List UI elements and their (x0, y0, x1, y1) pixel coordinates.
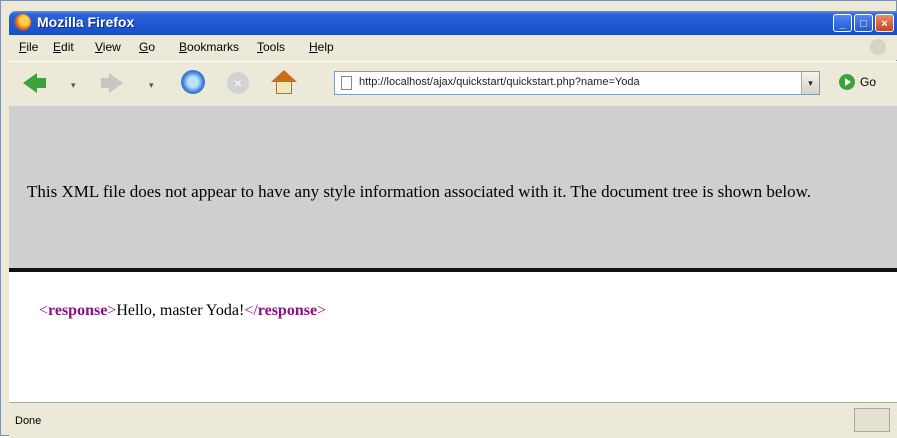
back-button[interactable] (23, 70, 49, 96)
xml-open-close-bracket: > (107, 302, 117, 319)
xml-open-tag: response (48, 302, 108, 319)
go-arrow-icon[interactable] (839, 74, 855, 90)
menu-tools[interactable]: Tools (257, 40, 285, 54)
menu-go[interactable]: Go (139, 40, 155, 54)
xml-text: Hello, master Yoda! (116, 302, 245, 319)
xml-notice-text: This XML file does not appear to have an… (27, 182, 812, 201)
menu-edit[interactable]: Edit (53, 40, 74, 54)
go-button[interactable]: Go (860, 75, 876, 89)
menu-help[interactable]: Help (309, 40, 334, 54)
xml-tree: <response>Hello, master Yoda!</response> (39, 302, 326, 320)
menu-view[interactable]: View (95, 40, 121, 54)
minimize-button[interactable]: _ (833, 14, 852, 32)
menu-file[interactable]: File (19, 40, 38, 54)
maximize-button[interactable]: □ (854, 14, 873, 32)
navigation-toolbar: ▾ ▾ × http://localhost/ajax/quickstart/q… (9, 61, 897, 107)
back-arrow-icon (23, 73, 46, 93)
stop-icon: × (227, 72, 249, 94)
stop-button[interactable]: × (225, 70, 251, 96)
home-button[interactable] (271, 70, 297, 96)
home-icon (271, 70, 297, 96)
url-bar[interactable]: http://localhost/ajax/quickstart/quickst… (334, 71, 820, 95)
browser-window: Mozilla Firefox _ □ × File Edit View Go … (0, 0, 897, 438)
xml-notice-panel: This XML file does not appear to have an… (9, 106, 897, 268)
xml-close-tag: response (257, 302, 318, 319)
forward-arrow-icon (101, 73, 123, 93)
xml-end-close-bracket: > (317, 302, 327, 319)
page-content: <response>Hello, master Yoda!</response> (9, 272, 897, 402)
close-button[interactable]: × (875, 14, 894, 32)
status-bar: Done (9, 402, 897, 438)
back-dropdown-icon[interactable]: ▾ (71, 80, 76, 91)
xml-end-open-bracket: </ (244, 302, 258, 319)
url-input[interactable]: http://localhost/ajax/quickstart/quickst… (359, 76, 799, 88)
reload-icon (181, 70, 205, 94)
title-bar[interactable]: Mozilla Firefox _ □ × (9, 11, 897, 35)
page-icon (341, 76, 352, 90)
forward-dropdown-icon[interactable]: ▾ (149, 80, 154, 91)
reload-button[interactable] (181, 70, 207, 96)
menu-bar: File Edit View Go Bookmarks Tools Help (9, 35, 897, 60)
throbber-icon (870, 39, 886, 55)
forward-button[interactable] (101, 70, 127, 96)
xml-open-bracket: < (39, 302, 49, 319)
window-title: Mozilla Firefox (37, 14, 135, 30)
status-panel (854, 408, 890, 432)
menu-bookmarks[interactable]: Bookmarks (179, 40, 239, 54)
firefox-logo-icon (14, 14, 31, 31)
status-text: Done (15, 415, 42, 427)
url-dropdown-button[interactable]: ▾ (801, 72, 819, 94)
